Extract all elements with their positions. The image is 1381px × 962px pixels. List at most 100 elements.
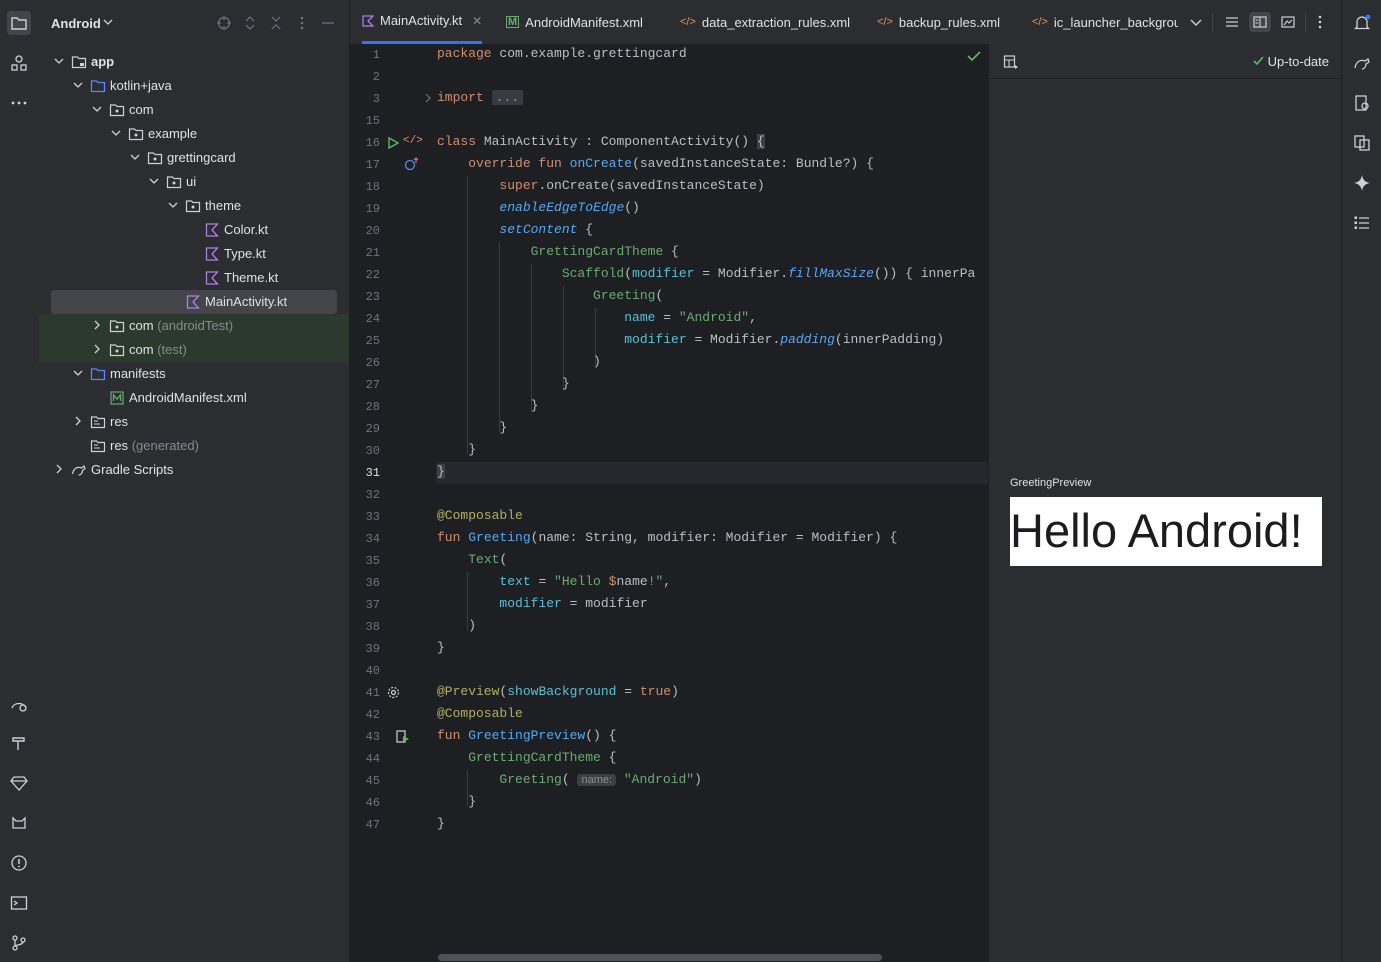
tree-item[interactable]: kotlin+java: [39, 74, 349, 98]
chevron-down-icon[interactable]: [129, 151, 143, 165]
line-number: 27: [365, 378, 380, 392]
tab-ic-launcher-background[interactable]: </> ic_launcher_backgroun: [1032, 0, 1178, 44]
tree-item[interactable]: Color.kt: [39, 218, 349, 242]
divider: [1305, 14, 1306, 32]
options-kebab-icon[interactable]: [294, 15, 310, 31]
tree-item[interactable]: res (generated): [39, 434, 349, 458]
editor-options-kebab-icon[interactable]: [1318, 0, 1322, 44]
collapse-all-icon[interactable]: [268, 15, 284, 31]
chevron-right-icon[interactable]: [91, 319, 105, 333]
more-tools-icon[interactable]: [7, 91, 31, 115]
chevron-down-icon[interactable]: [148, 175, 162, 189]
tree-item[interactable]: manifests: [39, 362, 349, 386]
chevron-down-icon[interactable]: [72, 367, 86, 381]
structure-list-icon[interactable]: [1350, 211, 1374, 235]
tree-item-label: example: [148, 126, 197, 141]
preview-toolbar: Up-to-date: [989, 44, 1342, 79]
horizontal-scrollbar[interactable]: [438, 954, 882, 961]
tree-item-text: AndroidManifest.xml: [129, 390, 247, 405]
chevron-right-icon[interactable]: [72, 415, 86, 429]
problems-icon[interactable]: [7, 851, 31, 875]
code-line: package com.example.grettingcard: [437, 46, 687, 61]
xml-file-icon: </>: [680, 16, 696, 28]
tree-item-text: com: [129, 318, 154, 333]
tree-item-label: ui: [186, 174, 196, 189]
tab-androidmanifest[interactable]: M AndroidManifest.xml: [506, 0, 643, 44]
tree-item[interactable]: app: [39, 50, 349, 74]
tree-item[interactable]: Theme.kt: [39, 266, 349, 290]
hide-panel-icon[interactable]: [320, 15, 336, 31]
line-number: 28: [365, 400, 380, 414]
gemini-sparkle-icon[interactable]: [1350, 171, 1374, 195]
tree-item-text: MainActivity.kt: [205, 294, 288, 309]
tab-backup-rules[interactable]: </> backup_rules.xml: [877, 0, 1000, 44]
tree-item[interactable]: example: [39, 122, 349, 146]
line-number: 23: [365, 290, 380, 304]
chevron-down-icon[interactable]: [110, 127, 124, 141]
preview-layout-icon[interactable]: [1003, 54, 1019, 70]
design-view-icon[interactable]: [1281, 0, 1295, 44]
tree-item-label: Color.kt: [224, 222, 268, 237]
fold-expand-icon[interactable]: [424, 93, 432, 103]
override-icon[interactable]: [404, 157, 420, 171]
chevron-down-icon[interactable]: [103, 17, 113, 27]
tree-item[interactable]: com: [39, 98, 349, 122]
tree-item[interactable]: AndroidManifest.xml: [39, 386, 349, 410]
tree-item[interactable]: Type.kt: [39, 242, 349, 266]
tree-item[interactable]: com (androidTest): [39, 314, 349, 338]
tree-item[interactable]: ui: [39, 170, 349, 194]
tab-data-extraction-rules[interactable]: </> data_extraction_rules.xml: [680, 0, 850, 44]
line-number: 38: [365, 620, 380, 634]
line-number: 39: [365, 642, 380, 656]
line-number: 21: [365, 246, 380, 260]
package-folder-icon: [109, 318, 125, 334]
tree-item[interactable]: Gradle Scripts: [39, 458, 349, 482]
close-tab-icon[interactable]: ✕: [472, 14, 482, 28]
tree-item[interactable]: MainActivity.kt: [39, 290, 349, 314]
tree-item-text: Gradle Scripts: [91, 462, 174, 477]
preview-run-icon[interactable]: [396, 730, 410, 744]
tree-item-label: Theme.kt: [224, 270, 278, 285]
settings-gear-icon[interactable]: [387, 686, 400, 699]
logcat-icon[interactable]: [7, 811, 31, 835]
chevron-down-icon[interactable]: [91, 103, 105, 117]
import-fold[interactable]: ...: [491, 90, 524, 105]
git-branch-icon[interactable]: [7, 931, 31, 955]
line-number: 16: [365, 136, 380, 150]
tree-item[interactable]: theme: [39, 194, 349, 218]
divider: [1212, 14, 1213, 32]
chevron-right-icon[interactable]: [91, 343, 105, 357]
code-view-icon[interactable]: [1225, 0, 1239, 44]
build-hammer-icon[interactable]: [7, 731, 31, 755]
chevron-down-icon[interactable]: [167, 199, 181, 213]
line-number: 36: [365, 576, 380, 590]
device-manager-icon[interactable]: [7, 692, 31, 716]
kotlin-file-icon: [204, 246, 220, 262]
gradle-icon[interactable]: [1350, 51, 1374, 75]
gem-icon[interactable]: [7, 771, 31, 795]
kotlin-file-icon: [185, 294, 201, 310]
tree-item[interactable]: com (test): [39, 338, 349, 362]
tree-item[interactable]: res: [39, 410, 349, 434]
tabs-overflow-icon[interactable]: [1190, 0, 1202, 44]
manifest-file-icon: [109, 390, 125, 406]
chevron-down-icon[interactable]: [72, 79, 86, 93]
resource-manager-icon[interactable]: [7, 51, 31, 75]
tree-item[interactable]: grettingcard: [39, 146, 349, 170]
device-file-explorer-icon[interactable]: [1350, 91, 1374, 115]
terminal-icon[interactable]: [7, 891, 31, 915]
notifications-bell-icon[interactable]: [1350, 11, 1374, 35]
running-devices-icon[interactable]: [1350, 131, 1374, 155]
no-problems-check-icon[interactable]: [967, 50, 981, 62]
project-view-selector[interactable]: Android: [51, 16, 101, 31]
chevron-down-icon[interactable]: [53, 55, 67, 69]
expand-all-icon[interactable]: [242, 15, 258, 31]
split-view-icon[interactable]: [1249, 12, 1271, 32]
run-icon[interactable]: [386, 136, 400, 150]
chevron-right-icon[interactable]: [53, 463, 67, 477]
xml-layout-icon[interactable]: </>: [403, 135, 423, 147]
project-folder-icon[interactable]: [7, 11, 31, 35]
preview-render[interactable]: Hello Android!: [1010, 497, 1322, 566]
tab-mainactivity[interactable]: MainActivity.kt ✕: [362, 0, 483, 44]
locate-icon[interactable]: [216, 15, 232, 31]
